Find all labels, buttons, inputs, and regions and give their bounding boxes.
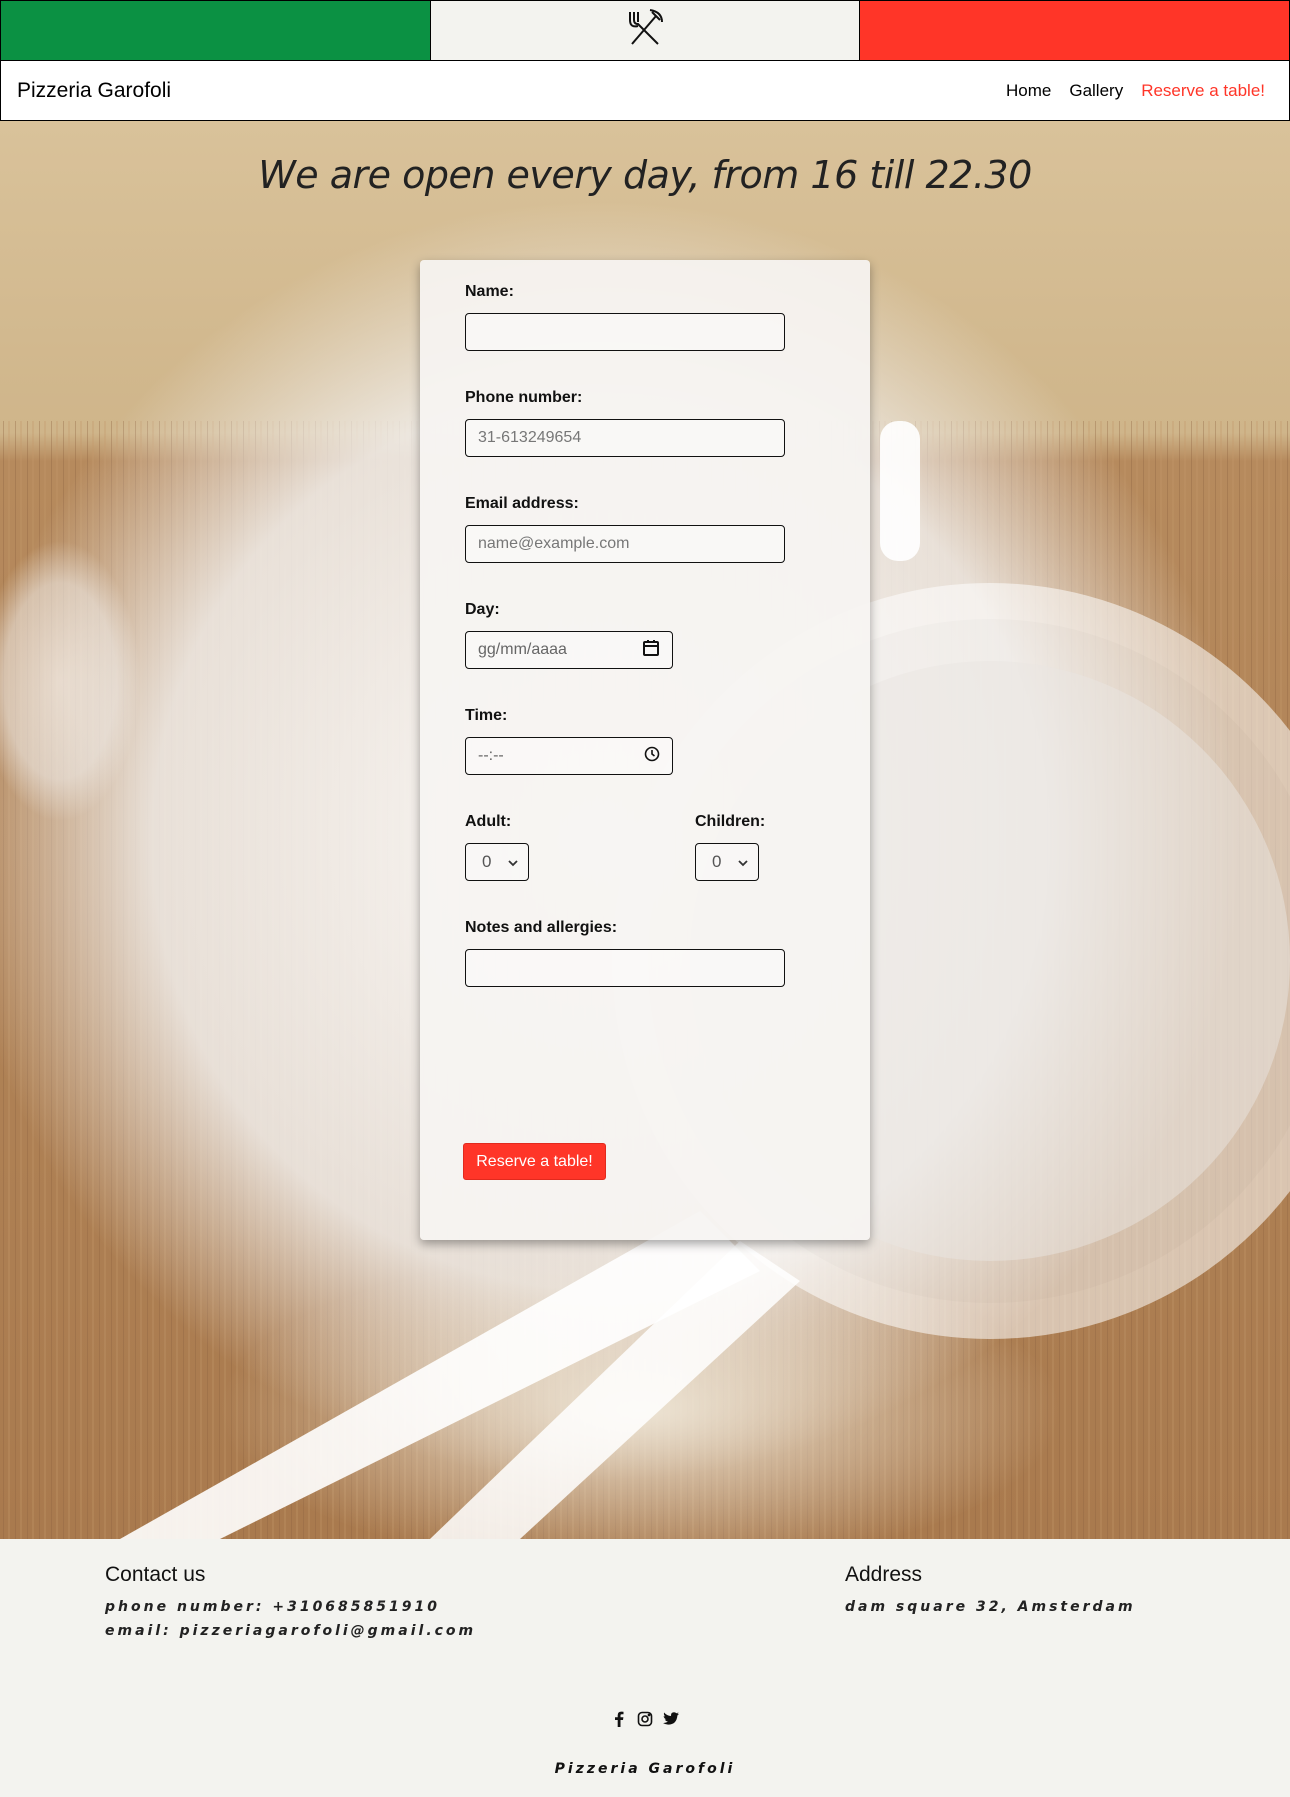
notes-field-group: Notes and allergies: — [465, 919, 785, 987]
contact-title: Contact us — [105, 1563, 206, 1586]
notes-input[interactable] — [465, 949, 785, 987]
footer: Contact us phone number: +310685851910 e… — [0, 1539, 1290, 1797]
brand-logo[interactable]: Pizzeria Garofoli — [17, 79, 171, 103]
name-field-group: Name: — [465, 283, 785, 351]
contact-phone: phone number: +310685851910 — [105, 1599, 440, 1615]
flag-green-stripe — [0, 0, 431, 61]
time-placeholder: --:-- — [478, 747, 504, 764]
address-title: Address — [845, 1563, 923, 1586]
contact-section: Contact us phone number: +310685851910 e… — [105, 1563, 476, 1643]
adult-value: 0 — [482, 852, 492, 871]
adult-select[interactable]: 0 — [465, 843, 529, 881]
email-input[interactable]: name@example.com — [465, 525, 785, 563]
flag-red-stripe — [859, 0, 1290, 61]
phone-input[interactable]: 31-613249654 — [465, 419, 785, 457]
phone-label: Phone number: — [465, 389, 583, 406]
opening-hours-heading: We are open every day, from 16 till 22.3… — [258, 153, 1032, 197]
name-label: Name: — [465, 283, 514, 300]
flag-header — [0, 0, 1290, 61]
day-field-group: Day: gg/mm/aaaa — [465, 601, 673, 669]
children-value: 0 — [712, 852, 722, 871]
instagram-icon[interactable] — [637, 1711, 653, 1727]
day-label: Day: — [465, 601, 500, 618]
email-field-group: Email address: name@example.com — [465, 495, 785, 563]
calendar-icon[interactable] — [642, 639, 660, 662]
nav-home[interactable]: Home — [1006, 81, 1051, 101]
reservation-form: Name: Phone number: 31-613249654 Email a… — [420, 260, 870, 1240]
twitter-icon[interactable] — [663, 1711, 679, 1727]
time-field-group: Time: --:-- — [465, 707, 673, 775]
nav-links: Home Gallery Reserve a table! — [1006, 81, 1273, 101]
day-input[interactable]: gg/mm/aaaa — [465, 631, 673, 669]
notes-label: Notes and allergies: — [465, 919, 618, 936]
flag-white-stripe — [430, 0, 860, 61]
facebook-icon[interactable] — [611, 1711, 627, 1727]
name-input[interactable] — [465, 313, 785, 351]
time-input[interactable]: --:-- — [465, 737, 673, 775]
hero-section: We are open every day, from 16 till 22.3… — [0, 121, 1290, 1539]
address-section: Address dam square 32, Amsterdam — [845, 1563, 1136, 1619]
footer-brand: Pizzeria Garofoli — [554, 1761, 736, 1777]
children-field-group: Children: 0 — [695, 813, 765, 881]
address-text: dam square 32, Amsterdam — [845, 1599, 1136, 1615]
children-select[interactable]: 0 — [695, 843, 759, 881]
children-label: Children: — [695, 813, 766, 830]
email-label: Email address: — [465, 495, 579, 512]
nav-gallery[interactable]: Gallery — [1069, 81, 1123, 101]
time-label: Time: — [465, 707, 508, 724]
nav-reserve[interactable]: Reserve a table! — [1141, 81, 1265, 101]
day-placeholder: gg/mm/aaaa — [478, 641, 567, 658]
phone-field-group: Phone number: 31-613249654 — [465, 389, 785, 457]
contact-email: email: pizzeriagarofoli@gmail.com — [105, 1623, 477, 1639]
adult-field-group: Adult: 0 — [465, 813, 529, 881]
social-links — [0, 1711, 1290, 1727]
navbar: Pizzeria Garofoli Home Gallery Reserve a… — [0, 60, 1290, 121]
adult-label: Adult: — [465, 813, 512, 830]
chevron-down-icon — [738, 852, 748, 872]
reserve-submit-button[interactable]: Reserve a table! — [463, 1143, 606, 1180]
clock-icon[interactable] — [644, 746, 660, 767]
chevron-down-icon — [508, 852, 518, 872]
cutlery-icon — [626, 8, 664, 53]
